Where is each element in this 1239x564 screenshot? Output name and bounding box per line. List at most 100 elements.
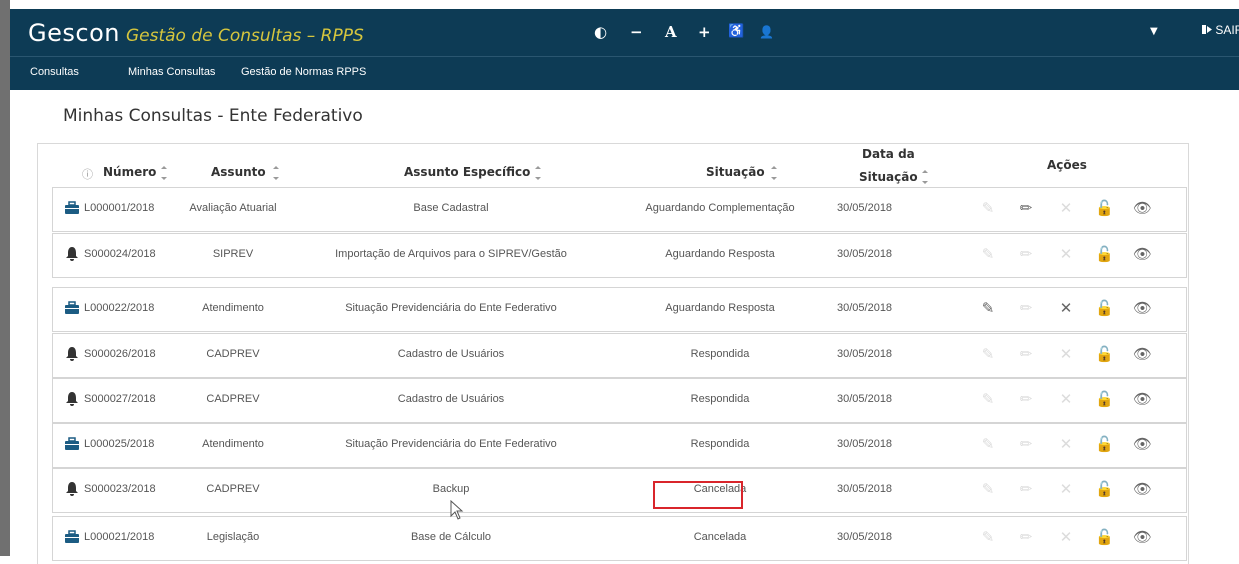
brand-subtitle: Gestão de Consultas – RPPS	[125, 26, 364, 46]
pencil-icon[interactable]: ✏	[1018, 346, 1034, 364]
pencil-outline-icon[interactable]: ✎	[980, 481, 996, 499]
pencil-icon[interactable]: ✏	[1018, 391, 1034, 409]
eye-icon[interactable]: 👁	[1133, 436, 1152, 454]
header-assunto[interactable]: Assunto	[211, 165, 266, 179]
cell-situacao: Aguardando Resposta	[665, 248, 775, 260]
sort-numero-icon[interactable]	[161, 166, 167, 180]
close-icon[interactable]: ✕	[1058, 200, 1074, 218]
table-row[interactable]: L000025/2018 Atendimento Situação Previden…	[52, 423, 1187, 468]
table-row[interactable]: S000026/2018 CADPREV Cadastro de Usuários R…	[52, 333, 1187, 378]
lock-icon[interactable]: 🔓	[1095, 436, 1114, 454]
bell-icon	[66, 347, 78, 361]
sort-data-icon[interactable]	[922, 170, 928, 184]
nav-item-consultas[interactable]: Consultas	[30, 66, 79, 78]
pencil-outline-icon[interactable]: ✎	[980, 391, 996, 409]
header-data-line1[interactable]: Data da	[862, 147, 915, 161]
eye-icon[interactable]: 👁	[1133, 391, 1152, 409]
header-assunto-especifico[interactable]: Assunto Específico	[404, 165, 530, 179]
table-row[interactable]: S000027/2018 CADPREV Cadastro de Usuários R…	[52, 378, 1187, 423]
cell-numero: L000001/2018	[84, 202, 155, 214]
cell-numero: S000026/2018	[84, 348, 156, 360]
cell-data: 30/05/2018	[837, 202, 893, 214]
header-situacao[interactable]: Situação	[706, 165, 765, 179]
pencil-outline-icon[interactable]: ✎	[980, 436, 996, 454]
nav-item-minhas-consultas[interactable]: Minhas Consultas	[128, 66, 215, 78]
close-icon[interactable]: ✕	[1058, 346, 1074, 364]
close-icon[interactable]: ✕	[1058, 300, 1074, 318]
lock-icon[interactable]: 🔓	[1095, 481, 1114, 499]
briefcase-icon	[65, 301, 79, 314]
header-data-line2[interactable]: Situação	[859, 170, 918, 184]
cell-situacao: Aguardando Complementação	[645, 202, 795, 214]
user-icon[interactable]: 👤	[759, 21, 774, 43]
bell-icon	[66, 482, 78, 496]
cell-assunto-especifico: Base de Cálculo	[410, 531, 492, 543]
cell-numero: L000022/2018	[84, 302, 155, 314]
lock-icon[interactable]: 🔓	[1095, 246, 1114, 264]
pencil-icon[interactable]: ✏	[1018, 200, 1034, 218]
close-icon[interactable]: ✕	[1058, 436, 1074, 454]
decrease-font-button[interactable]: −	[630, 21, 643, 43]
cell-data: 30/05/2018	[837, 531, 893, 543]
table-row[interactable]: L000001/2018 Avaliação Atuarial Base Cadas…	[52, 187, 1187, 232]
briefcase-icon	[65, 201, 79, 214]
header-numero[interactable]: Número	[103, 165, 156, 179]
sort-especifico-icon[interactable]	[535, 166, 541, 180]
font-size-button[interactable]: A	[665, 21, 677, 43]
logout-button[interactable]: SAIR	[1202, 23, 1239, 37]
pencil-outline-icon[interactable]: ✎	[980, 346, 996, 364]
eye-icon[interactable]: 👁	[1133, 246, 1152, 264]
table-row[interactable]: L000022/2018 Atendimento Situação Previden…	[52, 287, 1187, 332]
sort-situacao-icon[interactable]	[771, 166, 777, 180]
eye-icon[interactable]: 👁	[1133, 346, 1152, 364]
table-row[interactable]: S000024/2018 SIPREV Importação de Arquivos…	[52, 233, 1187, 278]
highlight-box	[653, 481, 743, 509]
close-icon[interactable]: ✕	[1058, 529, 1074, 547]
lock-icon[interactable]: 🔓	[1095, 391, 1114, 409]
pencil-outline-icon[interactable]: ✎	[980, 200, 996, 218]
info-icon[interactable]: ⓘ	[82, 166, 93, 182]
cell-assunto-especifico: Importação de Arquivos para o SIPREV/Ges…	[335, 248, 567, 260]
table-row[interactable]: L000021/2018 Legislação Base de Cálculo Can…	[52, 516, 1187, 561]
cell-data: 30/05/2018	[837, 483, 893, 495]
cell-numero: S000027/2018	[84, 393, 156, 405]
close-icon[interactable]: ✕	[1058, 481, 1074, 499]
pencil-outline-icon[interactable]: ✎	[980, 246, 996, 264]
pencil-icon[interactable]: ✏	[1018, 529, 1034, 547]
contrast-icon[interactable]: ◐	[594, 21, 607, 43]
table-row[interactable]: S000023/2018 CADPREV Backup Cancelada 30/05/…	[52, 468, 1187, 513]
briefcase-icon	[65, 530, 79, 543]
lock-icon[interactable]: 🔓	[1095, 200, 1114, 218]
brand[interactable]: Gescon Gestão de Consultas – RPPS	[28, 19, 364, 47]
cell-assunto-especifico: Cadastro de Usuários	[397, 348, 505, 360]
cell-assunto: Atendimento	[202, 438, 264, 450]
lock-icon[interactable]: 🔓	[1095, 346, 1114, 364]
brand-name: Gescon	[28, 19, 120, 47]
eye-icon[interactable]: 👁	[1133, 481, 1152, 499]
cell-situacao: Respondida	[690, 348, 750, 360]
eye-icon[interactable]: 👁	[1133, 200, 1152, 218]
close-icon[interactable]: ✕	[1058, 246, 1074, 264]
eye-icon[interactable]: 👁	[1133, 529, 1152, 547]
close-icon[interactable]: ✕	[1058, 391, 1074, 409]
cell-assunto: CADPREV	[206, 348, 260, 360]
increase-font-button[interactable]: +	[698, 21, 711, 43]
pencil-icon[interactable]: ✏	[1018, 246, 1034, 264]
bell-icon	[66, 392, 78, 406]
cell-situacao: Aguardando Resposta	[665, 302, 775, 314]
nav-item-gestao-normas[interactable]: Gestão de Normas RPPS	[241, 66, 366, 78]
pencil-outline-icon[interactable]: ✎	[980, 529, 996, 547]
accessibility-icon[interactable]: ♿	[728, 21, 744, 43]
cell-assunto-especifico: Situação Previdenciária do Ente Federati…	[345, 438, 557, 450]
sort-assunto-icon[interactable]	[273, 166, 279, 180]
pencil-icon[interactable]: ✏	[1018, 481, 1034, 499]
lock-icon[interactable]: 🔓	[1095, 529, 1114, 547]
eye-icon[interactable]: 👁	[1133, 300, 1152, 318]
cell-numero: L000021/2018	[84, 531, 155, 543]
pencil-icon[interactable]: ✏	[1018, 436, 1034, 454]
pencil-icon[interactable]: ✏	[1018, 300, 1034, 318]
pencil-outline-icon[interactable]: ✎	[980, 300, 996, 318]
lock-icon[interactable]: 🔓	[1095, 300, 1114, 318]
cell-assunto: CADPREV	[206, 393, 260, 405]
chevron-down-icon[interactable]: ▼	[1150, 21, 1158, 43]
